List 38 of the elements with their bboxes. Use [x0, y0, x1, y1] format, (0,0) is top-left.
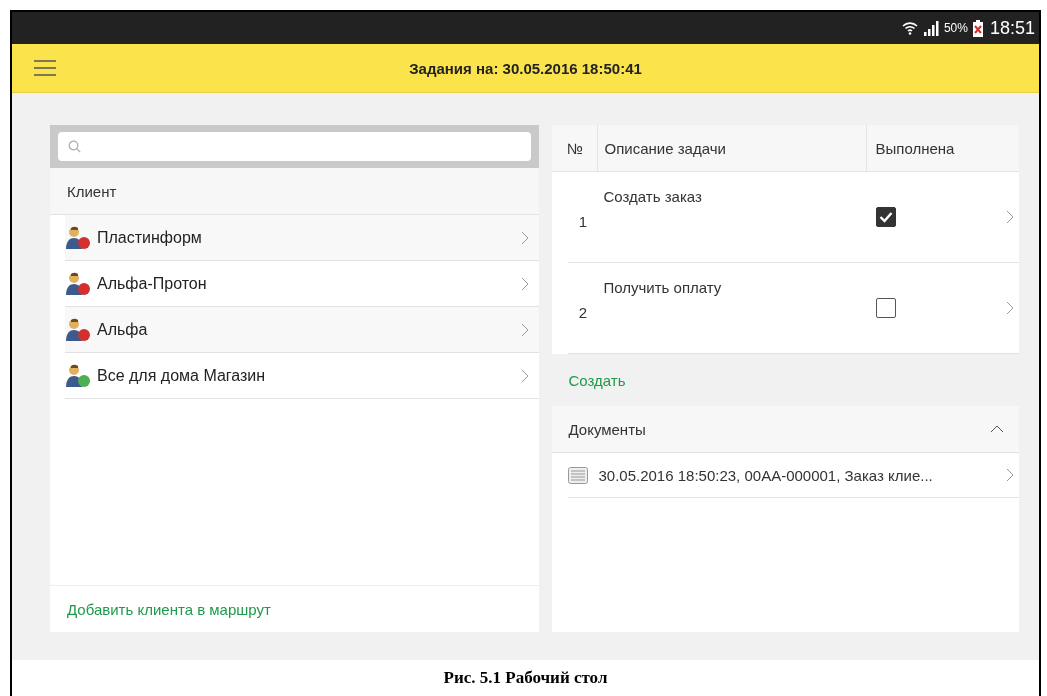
search-icon: [68, 140, 81, 153]
wifi-icon: [901, 20, 918, 36]
screen-title: Задания на: 30.05.2016 18:50:41: [408, 59, 643, 77]
search-field[interactable]: [58, 132, 532, 161]
battery-percent: 50%: [943, 21, 968, 35]
chevron-right-icon: [521, 368, 530, 383]
client-status-icon: [65, 225, 91, 250]
task-number: 2: [577, 303, 589, 321]
task-description: Создать заказ: [602, 187, 703, 205]
client-status-icon: [65, 271, 91, 296]
section-title: Документы: [568, 420, 646, 438]
document-icon: [568, 466, 589, 484]
client-row[interactable]: Пластинформ: [65, 215, 540, 261]
chevron-right-icon: [521, 230, 530, 245]
client-row[interactable]: Все для дома Магазин: [65, 353, 540, 399]
column-header: Клиент: [50, 168, 540, 215]
client-status-icon: [65, 317, 91, 342]
column-header: Описание задачи: [597, 125, 867, 171]
chevron-up-icon: [990, 425, 1004, 433]
client-row[interactable]: Альфа: [65, 307, 540, 353]
client-status-icon: [65, 363, 91, 388]
chevron-right-icon: [1006, 210, 1014, 224]
document-row[interactable]: 30.05.2016 18:50:23, 00АА-000001, Заказ клие...: [568, 453, 1019, 498]
task-number: 1: [577, 212, 589, 230]
chevron-right-icon: [1006, 301, 1014, 315]
chevron-right-icon: [1006, 468, 1014, 482]
done-checkbox[interactable]: [876, 207, 897, 227]
task-description: Получить оплату: [602, 278, 723, 296]
battery-icon: [972, 19, 983, 37]
done-checkbox[interactable]: [876, 298, 897, 318]
column-header: №: [565, 138, 585, 159]
figure-caption: Рис. 5.1 Рабочий стол: [442, 667, 609, 689]
column-header: Выполнена: [866, 125, 987, 171]
clock-time: 18:51: [989, 17, 1035, 39]
add-client-link[interactable]: Добавить клиента в маршрут: [67, 600, 271, 618]
chevron-right-icon: [521, 276, 530, 291]
signal-icon: [922, 20, 939, 36]
chevron-right-icon: [521, 322, 530, 337]
